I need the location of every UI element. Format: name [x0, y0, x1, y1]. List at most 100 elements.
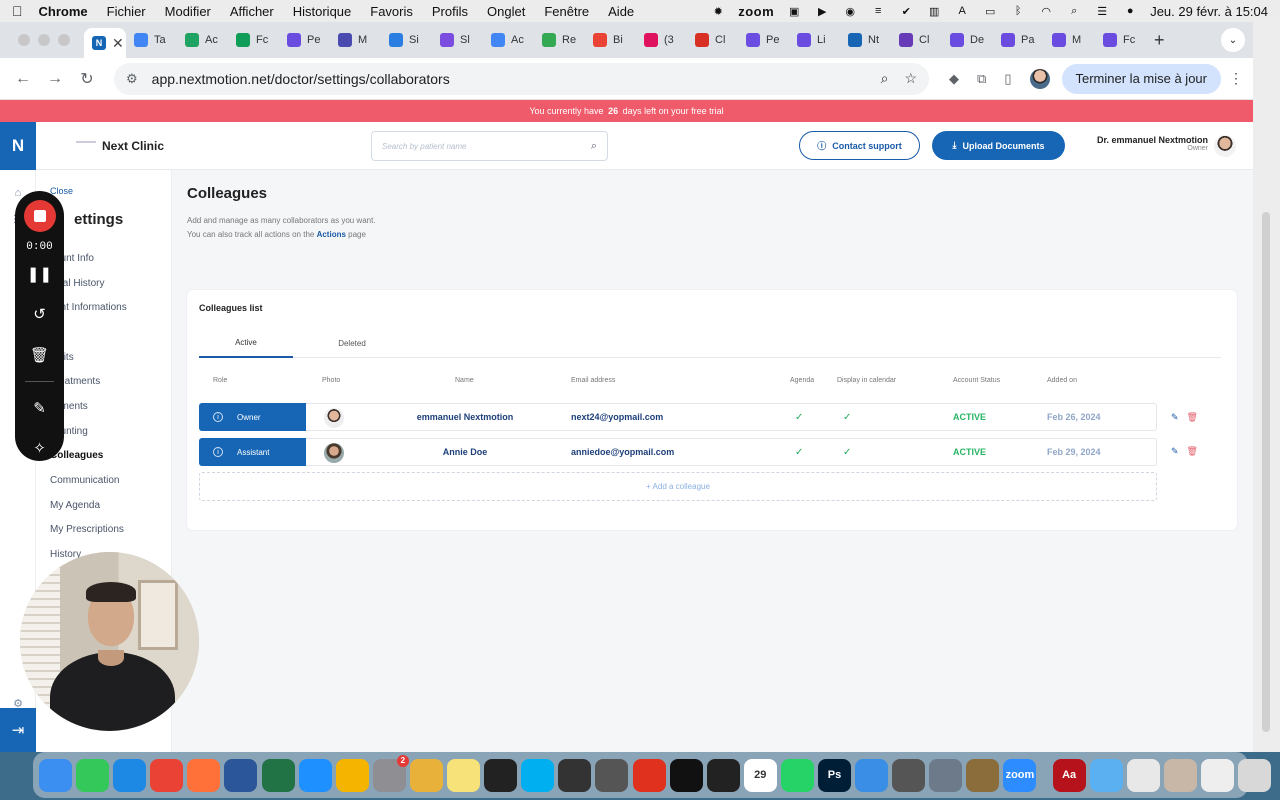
apple-icon[interactable]:  — [12, 3, 23, 19]
settings-nav-item[interactable]: My Agenda — [50, 493, 127, 518]
draw-pencil-icon[interactable]: ✎ — [15, 399, 64, 417]
update-button[interactable]: Terminer la mise à jour — [1061, 63, 1221, 94]
dock-app-zoom[interactable]: zoom — [1003, 758, 1037, 792]
delete-recording-icon[interactable]: 🗑 — [15, 346, 64, 364]
browser-tab-active[interactable]: N ✕ — [84, 28, 126, 58]
browser-tab[interactable]: Ta — [126, 26, 177, 54]
dock-app-notes[interactable] — [447, 758, 481, 792]
browser-tab[interactable]: Cl — [891, 26, 942, 54]
browser-tab[interactable]: De — [942, 26, 993, 54]
browser-tab[interactable]: Si — [381, 26, 432, 54]
zoom-status-label[interactable]: zoom — [738, 4, 774, 19]
record-status-icon[interactable]: ◉ — [842, 5, 858, 18]
user-avatar[interactable] — [1214, 135, 1236, 157]
role-badge[interactable]: i Owner — [199, 403, 306, 431]
dock-app-migration[interactable] — [929, 758, 963, 792]
browser-tab[interactable]: Cl — [687, 26, 738, 54]
effects-icon[interactable]: ✧ — [15, 439, 64, 457]
zoom-window-button[interactable] — [58, 34, 70, 46]
dock-app-photoshop[interactable]: Ps — [817, 758, 851, 792]
minimize-window-button[interactable] — [38, 34, 50, 46]
tab-deleted[interactable]: Deleted — [305, 328, 399, 358]
browser-tab[interactable]: Bi — [585, 26, 636, 54]
trash-icon[interactable]: 🗑 — [1187, 412, 1198, 423]
search-icon[interactable]: ⌕ — [591, 140, 597, 153]
nextmotion-logo[interactable]: N — [0, 122, 36, 170]
extension-a-icon[interactable]: ◆ — [949, 71, 959, 87]
stop-recording-button[interactable] — [24, 200, 56, 232]
keyboard-input-icon[interactable]: A — [954, 5, 970, 17]
pause-icon[interactable]: ❚❚ — [15, 265, 64, 283]
menu-item-afficher[interactable]: Afficher — [230, 4, 274, 19]
table-row[interactable]: i Assistant Annie Doe anniedoe@yopmail.c… — [199, 438, 1157, 466]
browser-tab[interactable]: M — [330, 26, 381, 54]
new-tab-button[interactable]: + — [1154, 30, 1165, 51]
browser-tab[interactable]: Fc — [228, 26, 279, 54]
dock-app-folder[interactable] — [1089, 758, 1123, 792]
actions-link[interactable]: Actions — [317, 230, 346, 239]
site-info-icon[interactable]: ⚙ — [126, 71, 138, 87]
dock-app-excel[interactable] — [261, 758, 295, 792]
menu-item-modifier[interactable]: Modifier — [165, 4, 211, 19]
browser-tab[interactable]: Nt — [840, 26, 891, 54]
battery-icon[interactable]: ▭ — [982, 5, 998, 18]
dock-app-preview[interactable] — [855, 758, 889, 792]
dock-app-word[interactable] — [224, 758, 258, 792]
menu-item-profils[interactable]: Profils — [432, 4, 468, 19]
browser-tab[interactable]: Fc — [1095, 26, 1146, 54]
menu-item-aide[interactable]: Aide — [608, 4, 634, 19]
bookmark-star-icon[interactable]: ☆ — [904, 70, 917, 87]
add-colleague-button[interactable]: + Add a colleague — [199, 472, 1157, 501]
menu-item-fenetre[interactable]: Fenêtre — [544, 4, 589, 19]
colleague-email[interactable]: next24@yopmail.com — [571, 404, 663, 430]
dock-app-doc[interactable] — [1126, 758, 1160, 792]
dock-app-tiktok[interactable] — [669, 758, 703, 792]
bluetooth-icon[interactable]: ᛒ — [1010, 5, 1026, 17]
address-bar[interactable]: ⚙ app.nextmotion.net/doctor/settings/col… — [114, 62, 930, 95]
menubar-datetime[interactable]: Jeu. 29 févr. à 15:04 — [1150, 4, 1268, 19]
dock-app-skype[interactable] — [521, 758, 555, 792]
trash-icon[interactable]: 🗑 — [1187, 446, 1198, 457]
dock-app-chrome[interactable] — [150, 758, 184, 792]
dock-app-messages[interactable] — [76, 758, 110, 792]
browser-tab[interactable]: M — [1044, 26, 1095, 54]
edit-icon[interactable]: ✎ — [1171, 412, 1179, 423]
info-icon[interactable]: i — [213, 412, 223, 422]
siri-icon[interactable]: ● — [1122, 5, 1138, 17]
menu-item-favoris[interactable]: Favoris — [370, 4, 413, 19]
dock-app-screenshot[interactable] — [595, 758, 629, 792]
dock-app-archive[interactable] — [966, 758, 1000, 792]
dock-app-calculator[interactable] — [892, 758, 926, 792]
chrome-menu-icon[interactable]: ⋮ — [1229, 70, 1243, 87]
dock-app-photo[interactable] — [1163, 758, 1197, 792]
browser-tab[interactable]: Pe — [738, 26, 789, 54]
dock-app-dictionary[interactable]: Aa — [1052, 758, 1086, 792]
reload-button[interactable]: ↻ — [74, 69, 100, 89]
dock-app-final-cut[interactable] — [484, 758, 518, 792]
browser-tab[interactable]: Pa — [993, 26, 1044, 54]
user-info[interactable]: Dr. emmanuel Nextmotion Owner — [1080, 135, 1208, 152]
check-status-icon[interactable]: ✔ — [898, 5, 914, 18]
tab-active[interactable]: Active — [199, 328, 293, 358]
sliders-status-icon[interactable]: ≡ — [870, 5, 886, 17]
upload-documents-button[interactable]: ⤓ Upload Documents — [932, 131, 1065, 160]
settings-nav-item[interactable]: Communication — [50, 468, 127, 493]
back-button[interactable]: ← — [10, 70, 36, 88]
menu-item-onglet[interactable]: Onglet — [487, 4, 525, 19]
tab-search-button[interactable]: ⌄ — [1221, 28, 1245, 52]
restart-icon[interactable]: ↺ — [15, 305, 64, 323]
browser-tab[interactable]: Sl — [432, 26, 483, 54]
menu-item-historique[interactable]: Historique — [293, 4, 352, 19]
dock-app-system-settings[interactable]: 2 — [372, 754, 409, 792]
role-badge[interactable]: i Assistant — [199, 438, 306, 466]
dock-app-app-store[interactable] — [113, 758, 147, 792]
clinic-name[interactable]: Next Clinic — [102, 139, 164, 153]
webcam-bubble[interactable] — [20, 552, 199, 731]
dock-app-capcut[interactable] — [706, 758, 740, 792]
dock-app-photos[interactable] — [335, 758, 369, 792]
control-center-icon[interactable]: ☰ — [1094, 5, 1110, 18]
menu-item-fichier[interactable]: Fichier — [107, 4, 146, 19]
menu-app-name[interactable]: Chrome — [39, 4, 88, 19]
spotlight-search-icon[interactable]: ⌕ — [1066, 5, 1082, 17]
wifi-icon[interactable]: ◠ — [1038, 5, 1054, 18]
